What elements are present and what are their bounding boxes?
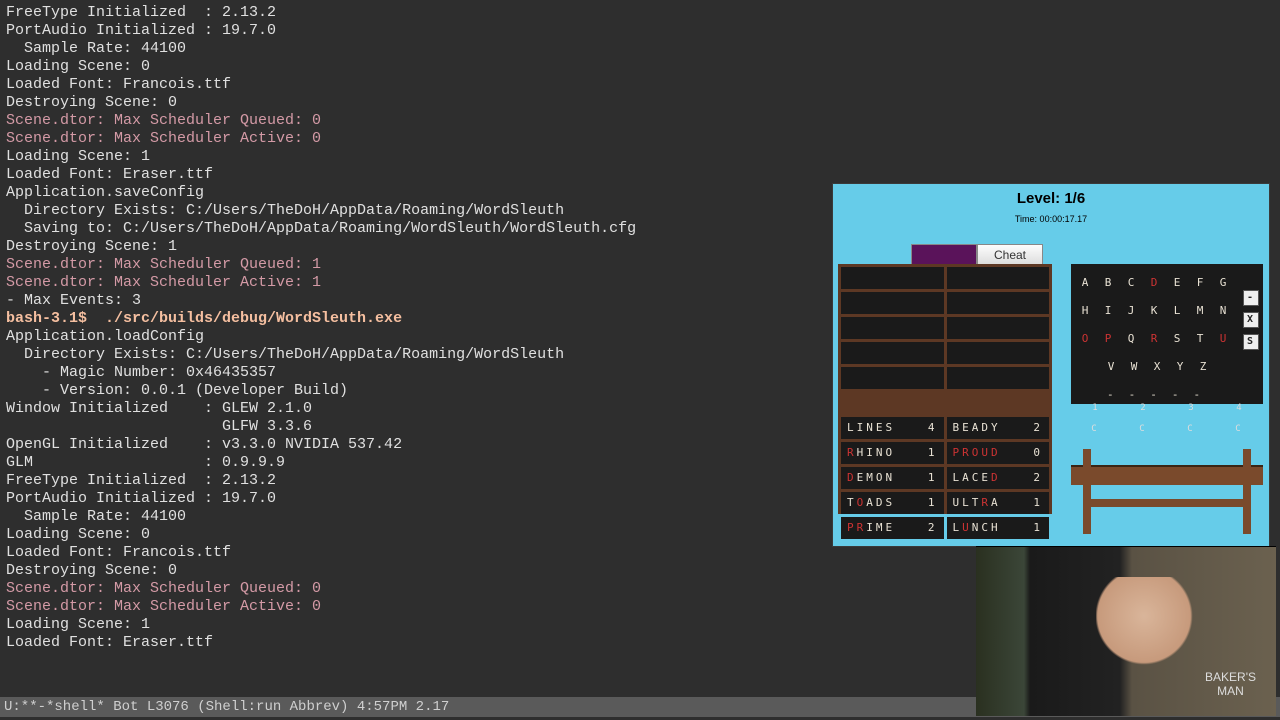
alpha-letter[interactable]: J [1127, 302, 1137, 320]
guess-cell: PROUD0 [947, 442, 1050, 464]
alpha-letter[interactable]: A [1081, 274, 1091, 292]
alpha-letter[interactable]: O [1081, 330, 1091, 348]
alpha-letter[interactable]: I [1104, 302, 1114, 320]
alpha-letter[interactable]: Z [1199, 358, 1209, 376]
terminal-line: PortAudio Initialized : 19.7.0 [6, 22, 1280, 40]
webcam-overlay: BAKER'S MAN [976, 546, 1276, 716]
alpha-letter[interactable]: X [1153, 358, 1163, 376]
cheat-button[interactable]: Cheat [977, 244, 1043, 266]
guess-cell-empty [947, 292, 1050, 314]
side-button-s[interactable]: S [1243, 334, 1259, 350]
guess-cell-empty [947, 267, 1050, 289]
guess-cell: LACED2 [947, 467, 1050, 489]
terminal-line: Scene.dtor: Max Scheduler Queued: 0 [6, 112, 1280, 130]
guess-cell: DEMON1 [841, 467, 944, 489]
alpha-letter[interactable]: S [1173, 330, 1183, 348]
alpha-letter[interactable]: B [1104, 274, 1114, 292]
alpha-letter[interactable]: C [1127, 274, 1137, 292]
guess-cell: ULTRA1 [947, 492, 1050, 514]
guess-board: LINES4BEADY2RHINO1PROUD0DEMON1LACED2TOAD… [838, 264, 1052, 514]
tab-blank[interactable] [911, 244, 977, 266]
alpha-letter[interactable]: Q [1127, 330, 1137, 348]
alpha-letter[interactable]: N [1219, 302, 1229, 320]
terminal-line: Loaded Font: Francois.ttf [6, 76, 1280, 94]
alpha-letter[interactable]: L [1173, 302, 1183, 320]
terminal-line: Loading Scene: 1 [6, 148, 1280, 166]
alpha-letter[interactable]: K [1150, 302, 1160, 320]
guess-cell-empty [841, 317, 944, 339]
side-button--[interactable]: - [1243, 290, 1259, 306]
guess-cell-empty [841, 292, 944, 314]
terminal-line: Scene.dtor: Max Scheduler Active: 0 [6, 130, 1280, 148]
alpha-letter[interactable]: G [1219, 274, 1229, 292]
alpha-letter[interactable]: E [1173, 274, 1183, 292]
guess-cell: LUNCH1 [947, 517, 1050, 539]
terminal-line: Destroying Scene: 0 [6, 94, 1280, 112]
game-window: Level: 1/6 Time: 00:00:17.17 Cheat LINES… [833, 184, 1269, 546]
alpha-letter[interactable]: P [1104, 330, 1114, 348]
alpha-letter[interactable]: W [1130, 358, 1140, 376]
alpha-letter[interactable]: M [1196, 302, 1206, 320]
guess-cell-empty [947, 317, 1050, 339]
alpha-letter[interactable]: F [1196, 274, 1206, 292]
guess-cell: PRIME2 [841, 517, 944, 539]
terminal-line: FreeType Initialized : 2.13.2 [6, 4, 1280, 22]
guess-cell-empty [841, 367, 944, 389]
guess-cell-empty [947, 342, 1050, 364]
guess-cell-empty [841, 342, 944, 364]
guess-cell: TOADS1 [841, 492, 944, 514]
terminal-line: Sample Rate: 44100 [6, 40, 1280, 58]
desk-graphic: 1234 CCCC [1071, 429, 1263, 529]
guess-cell-empty [841, 267, 944, 289]
alpha-letter[interactable]: R [1150, 330, 1160, 348]
alphabet-board: ABCDEFGHIJKLMNOPQRSTUVWXYZ ----- -XS [1071, 264, 1263, 404]
shirt-text: BAKER'S MAN [1205, 670, 1256, 698]
guess-cell: LINES4 [841, 417, 944, 439]
alpha-letter[interactable]: V [1107, 358, 1117, 376]
alpha-letter[interactable]: H [1081, 302, 1091, 320]
guess-cell: RHINO1 [841, 442, 944, 464]
alpha-letter[interactable]: T [1196, 330, 1206, 348]
alpha-letter[interactable]: Y [1176, 358, 1186, 376]
alpha-letter[interactable]: D [1150, 274, 1160, 292]
terminal-line: Loaded Font: Eraser.ttf [6, 166, 1280, 184]
guess-cell: BEADY2 [947, 417, 1050, 439]
side-button-x[interactable]: X [1243, 312, 1259, 328]
guess-cell-empty [947, 367, 1050, 389]
terminal-line: Loading Scene: 0 [6, 58, 1280, 76]
level-label: Level: 1/6 [833, 190, 1269, 208]
alpha-letter[interactable]: U [1219, 330, 1229, 348]
timer-label: Time: 00:00:17.17 [833, 210, 1269, 228]
